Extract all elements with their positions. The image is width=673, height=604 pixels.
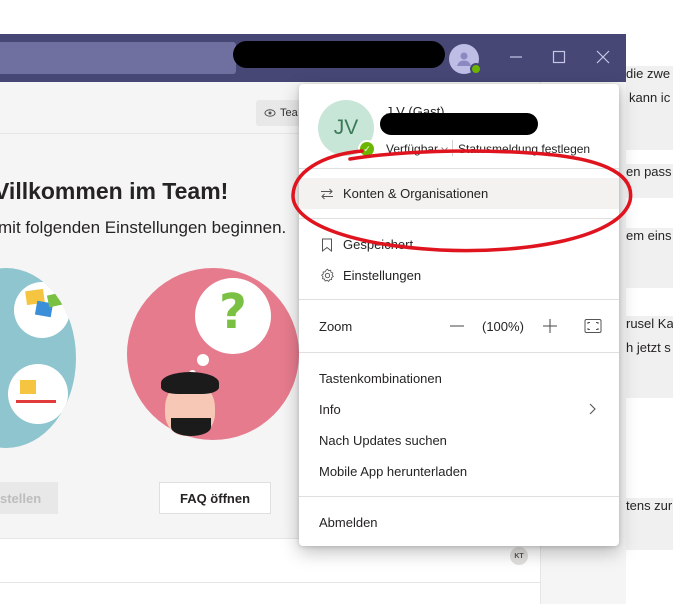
menu-item-shortcuts[interactable]: Tastenkombinationen — [299, 363, 619, 394]
menu-item-info[interactable]: Info — [299, 394, 619, 425]
settings-button[interactable]: stellen — [0, 482, 58, 514]
divider — [299, 352, 619, 353]
status-dot — [470, 63, 482, 75]
available-status-icon: ✓ — [358, 140, 376, 158]
question-mark-icon: ? — [219, 284, 247, 340]
menu-item-label: Tastenkombinationen — [319, 371, 442, 386]
illustration-faq: ? — [127, 268, 299, 440]
bg-chat-line: en pass — [626, 164, 673, 198]
menu-item-label: Mobile App herunterladen — [319, 464, 468, 479]
divider — [299, 496, 619, 497]
minus-icon[interactable] — [449, 318, 465, 334]
search-bar[interactable] — [0, 42, 236, 74]
zoom-value: (100%) — [482, 319, 524, 334]
maximize-button[interactable] — [548, 46, 570, 68]
chevron-down-icon — [441, 146, 448, 152]
chevron-right-icon — [589, 403, 596, 415]
gear-icon — [319, 268, 335, 284]
minimize-button[interactable] — [505, 46, 527, 68]
redaction-mark — [380, 113, 538, 135]
menu-item-label: Abmelden — [319, 515, 378, 530]
welcome-title: Villkommen im Team! — [0, 178, 229, 204]
maximize-icon — [552, 50, 566, 64]
plus-icon[interactable] — [542, 318, 558, 334]
bg-chat-line: kann ic — [626, 90, 673, 150]
bg-chat-line: die zwe — [626, 66, 673, 90]
menu-item-saved[interactable]: Gespeichert — [299, 229, 619, 260]
bg-chat-line: rusel Ka — [626, 316, 673, 340]
zoom-control: Zoom (100%) — [299, 311, 619, 342]
menu-item-settings[interactable]: Einstellungen — [299, 260, 619, 291]
close-icon — [596, 50, 610, 64]
menu-item-label: Nach Updates suchen — [319, 433, 447, 448]
availability-label: Verfügbar — [386, 142, 439, 156]
menu-item-check-updates[interactable]: Nach Updates suchen — [299, 425, 619, 456]
illustration-channels — [0, 268, 76, 448]
divider — [299, 299, 619, 300]
set-status-message-link[interactable]: Statusmeldung festlegen — [458, 142, 590, 156]
faq-button[interactable]: FAQ öffnen — [159, 482, 271, 514]
availability-dropdown[interactable]: Verfügbar — [386, 142, 448, 156]
close-button[interactable] — [592, 46, 614, 68]
bookmark-icon — [319, 237, 335, 253]
menu-item-label: Info — [319, 402, 341, 417]
menu-item-sign-out[interactable]: Abmelden — [299, 507, 619, 538]
divider — [299, 168, 619, 169]
user-avatar-button[interactable] — [449, 44, 482, 75]
fullscreen-icon[interactable] — [584, 318, 602, 334]
zoom-label: Zoom — [319, 319, 353, 334]
feed-row — [0, 582, 540, 604]
screen: die zwe kann ic en pass em eins rusel Ka… — [0, 0, 673, 604]
divider — [452, 140, 453, 156]
eye-icon — [264, 109, 276, 117]
bg-chat-line: h jetzt s — [626, 340, 673, 398]
title-bar — [0, 34, 626, 82]
menu-item-label: Einstellungen — [343, 268, 422, 283]
redaction-mark — [233, 41, 445, 68]
divider — [299, 218, 619, 219]
menu-item-label: Konten & Organisationen — [343, 186, 489, 201]
menu-item-label: Gespeichert — [343, 237, 414, 252]
profile-initials: JV — [333, 116, 359, 139]
bg-chat-line: em eins — [626, 228, 673, 288]
arrows-swap-icon — [319, 186, 335, 202]
bg-chat-line: tens zur — [626, 498, 673, 550]
profile-menu: JV ✓ J V (Gast) Verfügbar Statusmeldung … — [299, 84, 619, 546]
user-badge: KT — [510, 547, 528, 565]
team-chip-label: Tea — [280, 107, 298, 119]
profile-avatar[interactable]: JV ✓ — [318, 100, 376, 158]
menu-item-accounts[interactable]: Konten & Organisationen — [299, 178, 619, 209]
minimize-icon — [510, 56, 522, 58]
menu-item-mobile-app[interactable]: Mobile App herunterladen — [299, 456, 619, 487]
welcome-subtitle: mit folgenden Einstellungen beginnen. — [0, 218, 287, 237]
